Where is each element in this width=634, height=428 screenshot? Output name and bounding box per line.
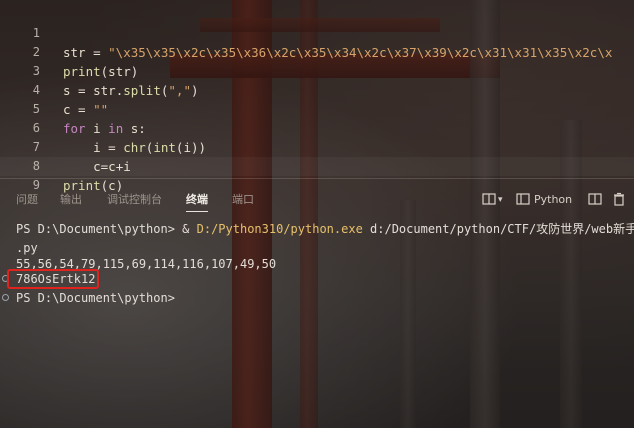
panel-actions: ▾ Python [474,186,634,214]
python-terminal-icon[interactable] [516,192,530,208]
tab-ports[interactable]: 端口 [232,186,254,214]
code-editor[interactable]: 1 str = "\x35\x35\x2c\x35\x36\x2c\x35\x3… [0,0,634,193]
terminal-line-command: PS D:\Document\python> & D:/Python310/py… [16,220,634,239]
code-line-2[interactable]: 2 print(str) [0,24,634,79]
tab-debug-console[interactable]: 调试控制台 [107,186,162,214]
command-decoration-icon[interactable] [2,294,9,301]
panel-divider[interactable] [0,178,634,179]
code-line-4[interactable]: 4 c = "" [0,62,634,117]
chevron-down-icon[interactable]: ▾ [498,192,503,208]
prompt-text: PS D:\Document\python> & [16,222,197,236]
code-line-8[interactable]: 8 print(c) [0,138,634,193]
exe-path: D:/Python310/python.exe [196,222,363,236]
tab-output[interactable]: 输出 [60,186,82,214]
red-highlight-box [7,269,99,289]
terminal-line-prompt: PS D:\Document\python> [16,291,175,305]
layout-icon[interactable] [482,192,496,208]
code-line-1[interactable]: 1 str = "\x35\x35\x2c\x35\x36\x2c\x35\x3… [0,5,634,60]
split-terminal-icon[interactable] [588,192,602,208]
code-line-9[interactable]: 9 [0,157,634,192]
trash-icon[interactable] [612,192,626,208]
code-line-7[interactable]: 7 c=c+i [0,119,634,174]
script-path: d:/Document/python/CTF/攻防世界/web新手/ [362,222,634,236]
code-line-3[interactable]: 3 s = str.split(",") [0,43,634,98]
tab-terminal[interactable]: 终端 [186,186,208,214]
code-line-5[interactable]: 5 for i in s: [0,81,634,136]
code-line-6[interactable]: 6 i = chr(int(i)) [0,100,634,155]
shell-label[interactable]: Python [534,192,572,208]
tab-problems[interactable]: 问题 [16,186,38,214]
